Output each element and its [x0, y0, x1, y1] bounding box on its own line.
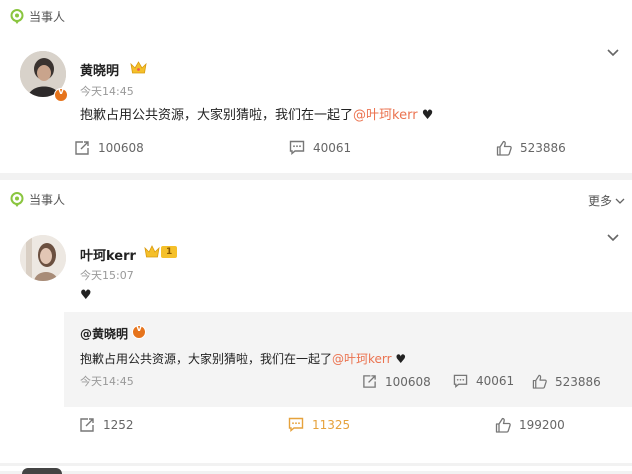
comment-button[interactable]: 11325 — [288, 417, 350, 432]
post-card-1: 当事人 黄晓明 今天14:45 抱歉占用公共资源，大家别猜啦，我们在一起了@叶珂… — [0, 0, 632, 173]
repost-icon — [80, 418, 94, 432]
post-text-body: 抱歉占用公共资源，大家别猜啦，我们在一起了 — [80, 108, 354, 123]
quoted-post[interactable]: @黄晓明 抱歉占用公共资源，大家别猜啦，我们在一起了@叶珂kerr ♥ 今天14… — [64, 312, 632, 407]
level-number: 1 — [161, 246, 178, 258]
post-label-row: 当事人 — [10, 8, 65, 25]
post-label: 当事人 — [29, 193, 66, 207]
post-label-row: 当事人 — [10, 191, 65, 208]
repost-icon — [75, 141, 89, 155]
thumbs-up-icon — [495, 417, 511, 433]
like-count: 523886 — [520, 141, 566, 155]
post-label: 当事人 — [29, 10, 66, 24]
post-text: 抱歉占用公共资源，大家别猜啦，我们在一起了@叶珂kerr ♥ — [80, 104, 433, 123]
like-count: 523886 — [555, 374, 601, 389]
verified-badge-icon — [132, 324, 146, 339]
location-pin-icon — [10, 8, 24, 24]
chevron-down-icon[interactable] — [606, 233, 620, 243]
repost-button[interactable]: 1252 — [79, 417, 134, 433]
comment-icon — [453, 374, 468, 388]
comment-button[interactable]: 40061 — [289, 140, 351, 155]
quoted-repost-button[interactable]: 100608 — [362, 374, 431, 389]
more-menu[interactable]: 更多 — [588, 192, 625, 209]
thumbs-up-icon — [496, 140, 512, 156]
mention-link[interactable]: @叶珂kerr — [353, 108, 418, 123]
post-time[interactable]: 今天14:45 — [80, 83, 134, 99]
comment-count: 40061 — [476, 374, 515, 388]
post-time[interactable]: 今天15:07 — [80, 267, 134, 283]
thumbs-up-icon — [532, 374, 547, 389]
quoted-time[interactable]: 今天14:45 — [80, 373, 134, 389]
next-post-card — [0, 466, 632, 474]
comment-icon — [288, 417, 304, 432]
level-badge: 1 — [144, 245, 178, 259]
quoted-like-button[interactable]: 523886 — [532, 374, 601, 389]
next-avatar-edge — [22, 468, 62, 474]
comment-count: 40061 — [313, 140, 352, 155]
quoted-comment-button[interactable]: 40061 — [453, 374, 514, 388]
repost-icon — [363, 375, 376, 388]
like-count: 199200 — [519, 418, 565, 432]
heart-icon: ♥ — [395, 352, 407, 366]
like-button[interactable]: 199200 — [495, 417, 565, 433]
repost-count: 100608 — [385, 374, 431, 389]
chevron-down-small-icon — [615, 198, 625, 204]
crown-badge-icon — [144, 245, 160, 258]
quoted-text: 抱歉占用公共资源，大家别猜啦，我们在一起了@叶珂kerr ♥ — [80, 350, 406, 367]
repost-button[interactable]: 100608 — [74, 140, 144, 156]
repost-count: 1252 — [103, 418, 134, 432]
heart-icon: ♥ — [421, 108, 434, 123]
chevron-down-icon[interactable] — [606, 48, 620, 58]
comment-count: 11325 — [312, 417, 351, 432]
more-label: 更多 — [588, 194, 613, 208]
post-card-2: 当事人 更多 叶珂kerr 1 今天15:07 ♥ @黄晓明 抱歉占用公共资源，… — [0, 180, 632, 463]
verified-badge-icon — [54, 87, 68, 102]
post-text: ♥ — [80, 288, 92, 303]
mention-link[interactable]: @叶珂kerr — [332, 352, 392, 366]
crown-badge-icon — [130, 61, 147, 74]
like-button[interactable]: 523886 — [496, 140, 566, 156]
avatar[interactable] — [20, 235, 66, 281]
location-pin-icon — [10, 191, 24, 207]
author-name[interactable]: 黄晓明 — [80, 60, 119, 79]
author-name[interactable]: 叶珂kerr — [80, 245, 136, 264]
quoted-text-body: 抱歉占用公共资源，大家别猜啦，我们在一起了 — [80, 352, 333, 366]
repost-count: 100608 — [98, 141, 144, 155]
comment-icon — [289, 140, 305, 155]
quoted-author[interactable]: @黄晓明 — [80, 325, 128, 342]
